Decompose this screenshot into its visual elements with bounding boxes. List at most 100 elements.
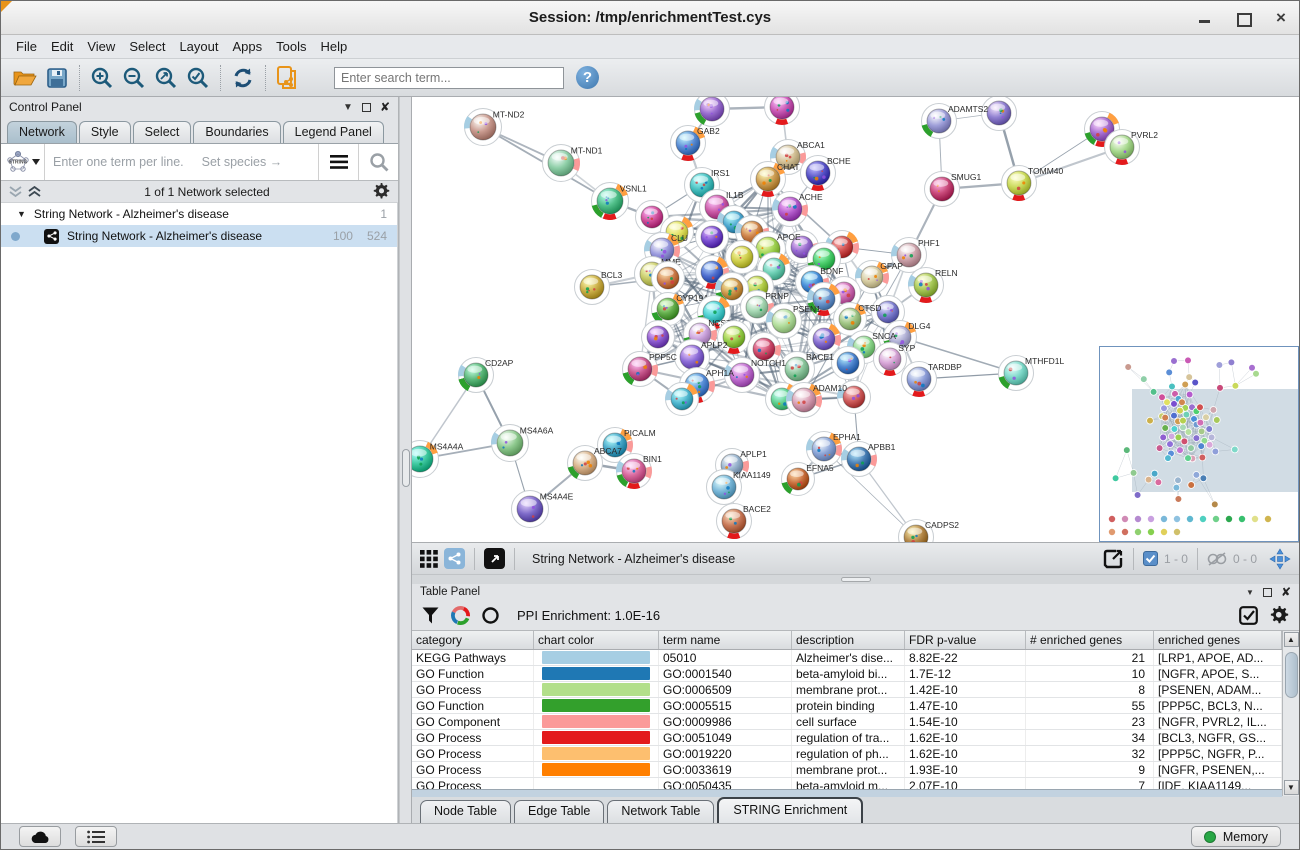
column-header-category[interactable]: category [412, 631, 534, 649]
filter-icon[interactable] [422, 607, 439, 624]
zoom-selected-button[interactable] [182, 63, 214, 93]
splitter-handle[interactable] [402, 449, 410, 487]
vertical-splitter[interactable] [399, 97, 412, 823]
ring-chart-icon[interactable] [482, 607, 499, 624]
birdseye-view[interactable] [1099, 346, 1299, 542]
menu-tools[interactable]: Tools [269, 37, 313, 56]
network-node[interactable] [726, 241, 759, 274]
network-node[interactable]: TARDBP [902, 362, 963, 397]
network-node[interactable]: GAB2 [671, 126, 720, 161]
network-node[interactable]: EFNA5 [782, 463, 834, 496]
network-node[interactable]: MS4A6A [492, 425, 554, 462]
set-species-label[interactable]: Set species → [202, 155, 283, 169]
network-node[interactable]: CD2AP [459, 358, 514, 393]
panel-close-icon[interactable]: ✘ [1281, 585, 1291, 599]
network-clipboard-button[interactable] [272, 63, 304, 93]
network-node[interactable] [696, 221, 729, 254]
save-session-button[interactable] [41, 63, 73, 93]
tab-string-enrichment[interactable]: STRING Enrichment [717, 797, 863, 823]
network-node[interactable]: MT-ND1 [543, 145, 603, 182]
column-header-term-name[interactable]: term name [659, 631, 792, 649]
network-node[interactable]: BACE1 [780, 352, 835, 387]
network-node[interactable] [652, 262, 685, 295]
network-node[interactable] [832, 347, 865, 380]
enrichment-table[interactable]: categorychart colorterm namedescriptionF… [412, 631, 1282, 796]
tab-select[interactable]: Select [133, 121, 192, 143]
network-node[interactable]: MT-ND2 [465, 109, 525, 146]
minimize-button[interactable] [1197, 10, 1213, 26]
network-node[interactable]: PVRL2 [1105, 130, 1159, 165]
tab-boundaries[interactable]: Boundaries [193, 121, 280, 143]
grid-view-icon[interactable] [420, 550, 438, 568]
maximize-button[interactable] [1235, 10, 1251, 26]
string-search-button[interactable] [358, 144, 398, 180]
refresh-button[interactable] [227, 63, 259, 93]
network-node[interactable]: MS4A4A [412, 441, 464, 478]
scroll-down-icon[interactable]: ▼ [1284, 780, 1299, 795]
table-row[interactable]: GO FunctionGO:0001540beta-amyloid bi...1… [412, 666, 1282, 682]
network-node[interactable]: ACHE [773, 192, 823, 227]
menu-help[interactable]: Help [314, 37, 355, 56]
menu-file[interactable]: File [9, 37, 44, 56]
scroll-up-icon[interactable]: ▲ [1284, 632, 1299, 647]
table-row[interactable]: GO ProcessGO:0006509membrane prot...1.42… [412, 682, 1282, 698]
zoom-in-button[interactable] [86, 63, 118, 93]
menu-edit[interactable]: Edit [44, 37, 80, 56]
string-protein-query-selector[interactable]: STRING [1, 144, 45, 180]
network-node[interactable]: PPP5C [623, 352, 677, 387]
network-node[interactable]: BIN1 [617, 454, 663, 489]
panel-close-icon[interactable]: ✘ [380, 100, 390, 114]
collapse-all-icon[interactable] [9, 186, 22, 198]
network-node[interactable] [666, 383, 699, 416]
tree-expand-icon[interactable]: ▼ [17, 209, 26, 219]
network-node[interactable]: TOMM40 [1002, 166, 1064, 201]
network-node[interactable] [765, 97, 800, 125]
panel-collapse-icon[interactable]: ▼ [343, 102, 353, 113]
network-node[interactable]: SMUG1 [925, 172, 982, 207]
open-in-window-icon[interactable] [484, 548, 505, 569]
scrollbar-thumb[interactable] [1285, 652, 1298, 698]
select-rows-icon[interactable] [1239, 606, 1258, 625]
panel-collapse-icon[interactable]: ▼ [1246, 588, 1254, 597]
horizontal-scrollbar[interactable] [412, 789, 1282, 797]
help-button[interactable]: ? [576, 66, 599, 89]
column-header-enriched-genes[interactable]: # enriched genes [1026, 631, 1154, 649]
menu-apps[interactable]: Apps [226, 37, 270, 56]
horizontal-splitter[interactable] [412, 574, 1299, 584]
network-node[interactable]: MS4A4E [512, 491, 574, 528]
table-row[interactable]: GO ProcessGO:0033619membrane prot...1.93… [412, 762, 1282, 778]
splitter-handle[interactable] [841, 577, 871, 582]
panel-float-icon[interactable] [362, 103, 371, 112]
gear-icon[interactable] [1270, 606, 1289, 625]
network-node[interactable]: RELN [909, 268, 958, 303]
table-row[interactable]: KEGG Pathways05010Alzheimer's dise...8.8… [412, 650, 1282, 666]
memory-button[interactable]: Memory [1191, 826, 1281, 847]
network-node[interactable]: ABCA7 [568, 446, 623, 481]
vertical-scrollbar[interactable]: ▲ ▼ [1282, 631, 1299, 796]
table-row[interactable]: GO FunctionGO:0005515protein binding1.47… [412, 698, 1282, 714]
tab-style[interactable]: Style [79, 121, 131, 143]
network-node[interactable] [695, 97, 730, 127]
column-header-description[interactable]: description [792, 631, 905, 649]
network-node[interactable]: APBB1 [842, 442, 896, 477]
network-node[interactable] [808, 323, 841, 356]
task-history-button[interactable] [19, 826, 61, 847]
menu-select[interactable]: Select [122, 37, 172, 56]
close-button[interactable]: × [1273, 10, 1289, 26]
network-canvas[interactable]: ADAMTS2MT-ND2GAB2PVRL2ABCA1MT-ND1BCHECHA… [412, 97, 1299, 542]
network-tree-row[interactable]: String Network - Alzheimer's disease1005… [1, 225, 397, 247]
network-tree-row[interactable]: ▼String Network - Alzheimer's disease1 [1, 203, 397, 225]
table-row[interactable]: GO ProcessGO:0051049regulation of tra...… [412, 730, 1282, 746]
network-node[interactable]: ADAMTS2 [922, 104, 989, 139]
search-input[interactable] [334, 67, 564, 89]
chart-settings-icon[interactable] [451, 606, 470, 625]
table-row[interactable]: GO ComponentGO:0009986cell surface1.54E-… [412, 714, 1282, 730]
gear-icon[interactable] [373, 183, 390, 200]
network-node[interactable]: BACE2 [717, 504, 772, 539]
tab-network[interactable]: Network [7, 121, 77, 143]
network-node[interactable]: CADPS2 [899, 520, 960, 543]
column-header-chart-color[interactable]: chart color [534, 631, 659, 649]
zoom-out-button[interactable] [118, 63, 150, 93]
task-list-button[interactable] [75, 826, 117, 847]
network-node[interactable]: KIAA1149 [707, 470, 771, 505]
